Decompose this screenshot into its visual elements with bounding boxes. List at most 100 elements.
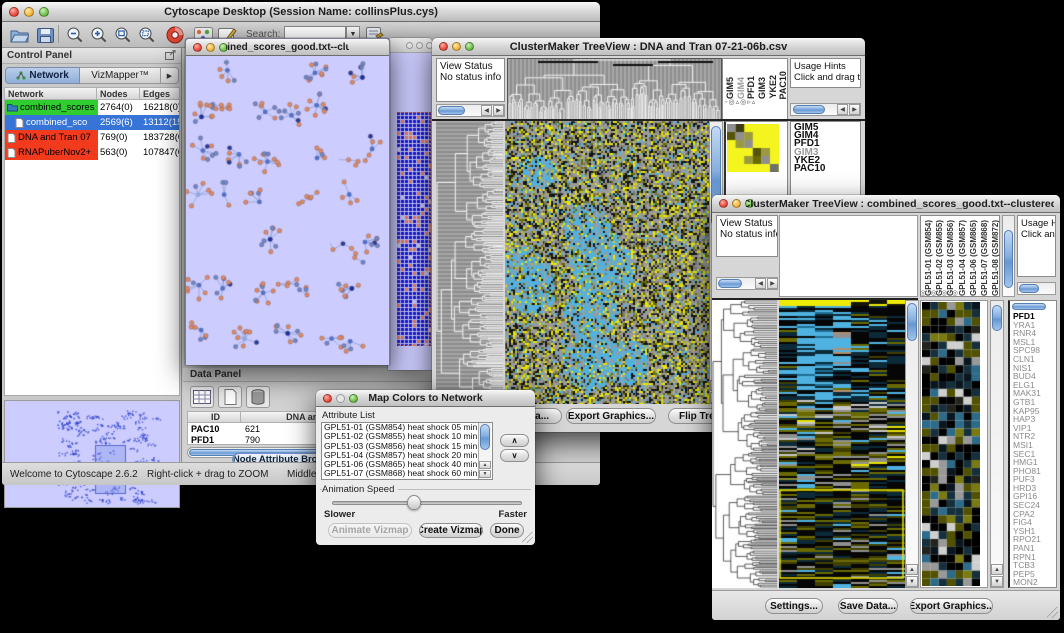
global-heatmap-canvas[interactable]	[505, 121, 709, 404]
scroll-thumb[interactable]	[793, 105, 825, 114]
zoom-heatmap-canvas[interactable]	[727, 124, 779, 172]
scroll-up-button[interactable]: ▲	[906, 564, 918, 575]
zoom-selected-icon[interactable]	[136, 24, 158, 46]
treeview-dna-titlebar[interactable]: ClusterMaker TreeView : DNA and Tran 07-…	[432, 38, 865, 56]
close-button[interactable]	[719, 199, 728, 208]
overview-canvas[interactable]	[5, 401, 179, 507]
network-view-titlebar[interactable]: combined_scores_good.txt--cluste...	[186, 39, 389, 56]
network-overview-panel[interactable]	[4, 400, 180, 508]
scroll-thumb[interactable]	[907, 303, 917, 341]
treeview-combined-titlebar[interactable]: ClusterMaker TreeView : combined_scores_…	[712, 195, 1060, 213]
open-file-icon[interactable]	[8, 24, 30, 46]
dialog-titlebar[interactable]: Map Colors to Network	[316, 390, 535, 407]
column-dendrogram-area[interactable]	[779, 215, 918, 297]
dense-network-canvas[interactable]	[397, 112, 431, 346]
zoom-out-icon[interactable]	[64, 24, 86, 46]
zoom-vscrollbar[interactable]: ▲ ▼	[990, 300, 1004, 588]
scroll-right-button[interactable]: ▶	[849, 104, 860, 115]
minimize-button[interactable]	[732, 199, 741, 208]
tab-vizmapper[interactable]: VizMapper™	[80, 67, 161, 84]
scroll-thumb[interactable]	[718, 279, 742, 288]
zoom-heatmap-canvas[interactable]	[922, 302, 980, 586]
animate-vizmap-button[interactable]: Animate Vizmap	[328, 523, 412, 538]
zoom-toolbar-icons[interactable]: ◎◦◎◦◎◦◎	[920, 289, 982, 298]
scroll-down-button[interactable]: ▼	[479, 470, 491, 478]
gene-labels-hscroll-thumb[interactable]	[1012, 303, 1046, 310]
close-button[interactable]	[9, 7, 19, 17]
network-row[interactable]: combined_scores 2764(0) 16218(0)	[5, 100, 179, 115]
scroll-left-button[interactable]: ◀	[755, 278, 766, 289]
new-attribute-icon[interactable]	[218, 386, 242, 408]
done-button[interactable]: Done	[490, 523, 524, 538]
slider-thumb[interactable]	[407, 495, 421, 510]
attribute-list-scrollbar[interactable]: ▲ ▼	[478, 423, 491, 479]
tab-network[interactable]: Network	[5, 67, 80, 84]
network-row-selected[interactable]: combined_sco 2569(6) 13112(15)	[5, 115, 179, 130]
create-vizmap-button[interactable]: Create Vizmap	[419, 523, 483, 538]
close-button[interactable]	[439, 42, 448, 51]
column-header-edges[interactable]: Edges	[140, 87, 180, 100]
animation-speed-slider[interactable]	[332, 501, 522, 505]
scroll-down-button[interactable]: ▼	[906, 576, 918, 587]
background-window-titlebar[interactable]	[388, 38, 432, 53]
export-graphics-button[interactable]: Export Graphics...	[910, 598, 993, 614]
zoom-fit-icon[interactable]	[112, 24, 134, 46]
column-header-nodes[interactable]: Nodes	[97, 87, 140, 100]
view-status-scrollbar[interactable]: ◀ ▶	[716, 277, 778, 290]
export-graphics-button[interactable]: Export Graphics...	[566, 408, 656, 424]
minimize-button[interactable]	[24, 7, 34, 17]
delete-attribute-icon[interactable]	[246, 386, 270, 408]
network-row[interactable]: DNA and Tran 07 769(0) 183728(0)	[5, 130, 179, 145]
scroll-thumb[interactable]	[992, 305, 1002, 331]
zoom-toolbar-icons[interactable]: ◦◎▵◎▹▵	[725, 98, 785, 107]
usage-scrollbar[interactable]	[1017, 282, 1056, 295]
zoom-hscrollbar[interactable]: ◀ ▶	[790, 103, 861, 116]
settings-button[interactable]: Settings...	[765, 598, 823, 614]
attribute-list[interactable]: GPL51-01 (GSM854) heat shock 05 minGPL51…	[321, 422, 493, 480]
scroll-thumb[interactable]	[1019, 284, 1039, 293]
gene-label: SEC1	[1013, 450, 1057, 459]
scroll-thumb[interactable]	[480, 424, 490, 450]
save-data-button[interactable]: Save Data...	[838, 598, 898, 614]
resize-grip[interactable]	[522, 532, 533, 543]
attribute-list-item[interactable]: GPL51-07 (GSM868) heat shock 60 min	[322, 469, 492, 478]
minimize-button[interactable]	[416, 42, 423, 49]
zoom-in-icon[interactable]	[88, 24, 110, 46]
column-header-network[interactable]: Network	[4, 87, 97, 100]
network-canvas[interactable]	[186, 56, 389, 365]
zoom-gene-label: PAC10	[794, 165, 860, 173]
scroll-left-button[interactable]: ◀	[481, 105, 492, 116]
scroll-right-button[interactable]: ▶	[767, 278, 778, 289]
global-heatmap-canvas[interactable]	[779, 300, 905, 588]
scroll-thumb[interactable]	[1004, 230, 1013, 288]
scroll-down-button[interactable]: ▼	[991, 576, 1003, 587]
row-dendrogram-canvas[interactable]	[436, 121, 503, 404]
scroll-up-button[interactable]: ▲	[479, 461, 491, 469]
float-panel-icon[interactable]	[165, 47, 176, 65]
heatmap-vscrollbar[interactable]: ▲ ▼	[905, 300, 919, 588]
row-dendrogram-canvas[interactable]	[712, 300, 777, 588]
lifebuoy-help-icon[interactable]	[164, 24, 186, 46]
view-status-scrollbar[interactable]: ◀ ▶	[436, 104, 505, 117]
data-column-id[interactable]: ID	[187, 411, 241, 423]
column-dendrogram-canvas[interactable]	[507, 58, 722, 120]
column-labels-vscrollbar[interactable]	[1002, 215, 1015, 297]
move-down-button[interactable]: ∨	[500, 449, 529, 462]
minimize-button[interactable]	[206, 43, 215, 52]
tab-overflow-button[interactable]: ▶	[161, 67, 179, 84]
scroll-up-button[interactable]: ▲	[991, 564, 1003, 575]
minimize-button[interactable]	[336, 394, 345, 403]
network-row[interactable]: RNAPuberNov2+ 563(0) 107847(0)	[5, 145, 179, 160]
scroll-thumb[interactable]	[438, 106, 465, 115]
close-button[interactable]	[323, 394, 332, 403]
main-titlebar[interactable]: Cytoscape Desktop (Session Name: collins…	[2, 2, 600, 22]
resize-grip[interactable]	[1047, 607, 1058, 618]
close-button[interactable]	[193, 43, 202, 52]
attribute-select-icon[interactable]	[190, 386, 214, 408]
save-icon[interactable]	[34, 24, 56, 46]
close-button[interactable]	[406, 42, 413, 49]
move-up-button[interactable]: ∧	[500, 434, 529, 447]
scroll-left-button[interactable]: ◀	[837, 104, 848, 115]
scroll-right-button[interactable]: ▶	[493, 105, 504, 116]
minimize-button[interactable]	[452, 42, 461, 51]
